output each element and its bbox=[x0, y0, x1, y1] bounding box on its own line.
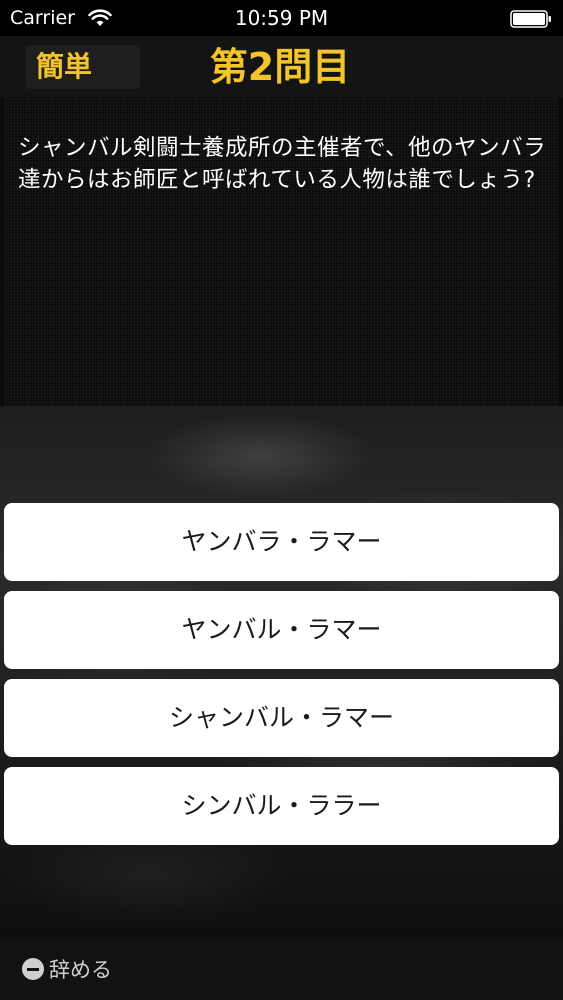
question-number-title: 第2問目 bbox=[209, 45, 351, 89]
question-panel: シャンバル剣闘士養成所の主催者で、他のヤンバラ達からはお師匠と呼ばれている人物は… bbox=[5, 98, 558, 406]
quit-button[interactable]: 辞める bbox=[22, 956, 112, 984]
minus-circle-icon bbox=[22, 958, 44, 980]
answer-button-2[interactable]: ヤンバル・ラマー bbox=[4, 591, 559, 669]
answer-button-4[interactable]: シンバル・ララー bbox=[4, 767, 559, 845]
quit-label: 辞める bbox=[49, 958, 112, 982]
battery-icon bbox=[510, 10, 552, 32]
answer-button-3[interactable]: シャンバル・ラマー bbox=[4, 679, 559, 757]
quiz-screen: Carrier 10:59 PM 簡単 第2問目 シャンバル剣闘士養成所の主催者… bbox=[0, 0, 563, 1000]
answer-button-1[interactable]: ヤンバラ・ラマー bbox=[4, 503, 559, 581]
clock: 10:59 PM bbox=[234, 6, 329, 30]
bottom-toolbar: 辞める bbox=[0, 938, 563, 1000]
status-bar: Carrier 10:59 PM bbox=[0, 0, 563, 36]
smoke-background bbox=[0, 406, 563, 938]
question-text: シャンバル剣闘士養成所の主催者で、他のヤンバラ達からはお師匠と呼ばれている人物は… bbox=[18, 135, 547, 193]
quiz-header: 簡単 第2問目 bbox=[0, 36, 563, 98]
difficulty-badge: 簡単 bbox=[26, 45, 140, 89]
